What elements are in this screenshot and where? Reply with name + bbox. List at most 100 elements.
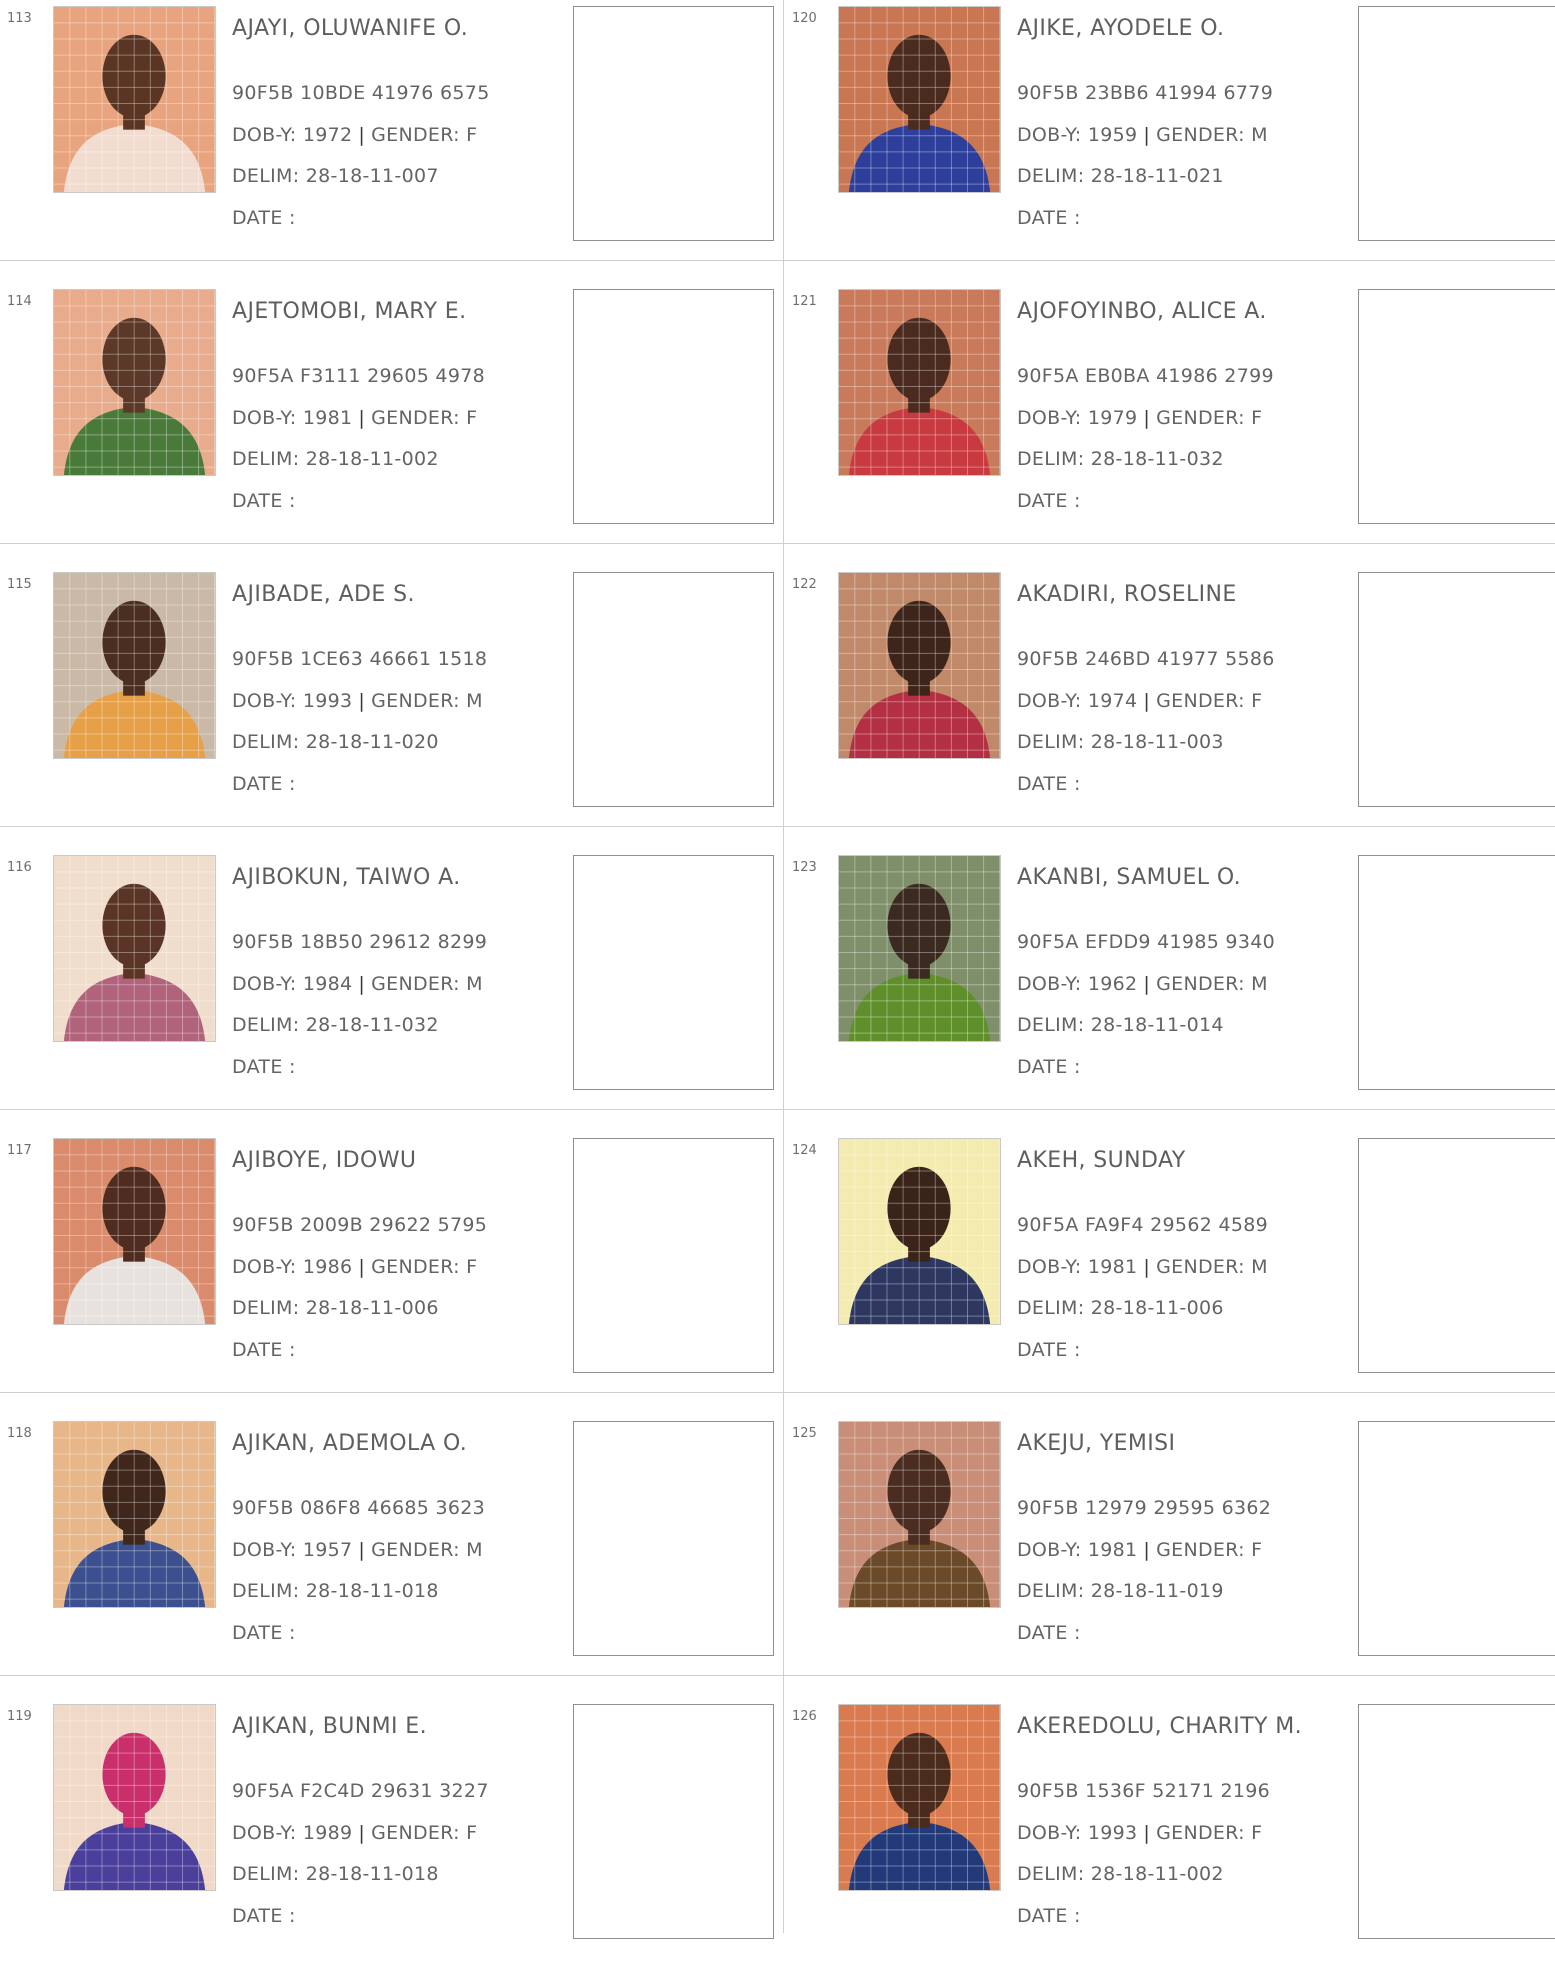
voter-name: AKADIRI, ROSELINE <box>1017 582 1237 607</box>
voter-id-number: 90F5B 12979 29595 6362 <box>1017 1497 1272 1519</box>
voter-name: AJIKE, AYODELE O. <box>1017 16 1225 41</box>
delim-line: DELIM: 28-18-11-032 <box>232 1014 439 1036</box>
separator: | <box>1143 124 1151 146</box>
date-label: DATE : <box>232 773 296 795</box>
dob-label: DOB-Y: <box>232 1539 297 1561</box>
date-label: DATE : <box>1017 490 1081 512</box>
dob-label: DOB-Y: <box>1017 407 1082 429</box>
voter-photo <box>838 6 1001 193</box>
dob-label: DOB-Y: <box>1017 973 1082 995</box>
gender-label: GENDER: <box>1156 1256 1245 1278</box>
delim-label: DELIM: <box>232 1297 300 1319</box>
dob-year: 1981 <box>302 407 353 429</box>
dob-label: DOB-Y: <box>1017 1822 1082 1844</box>
entry-number: 117 <box>7 1143 32 1158</box>
dob-gender-line: DOB-Y: 1959 | GENDER: M <box>1017 124 1268 146</box>
dob-gender-line: DOB-Y: 1981 | GENDER: F <box>232 407 477 429</box>
separator: | <box>1143 973 1151 995</box>
thumbprint-box <box>573 572 774 807</box>
dob-year: 1986 <box>302 1256 353 1278</box>
voter-entry: 117 AJIBOYE, IDOWU 90F5B 2009B 29622 5795 D… <box>0 1132 783 1415</box>
delim-line: DELIM: 28-18-11-002 <box>1017 1863 1224 1885</box>
dob-label: DOB-Y: <box>1017 1539 1082 1561</box>
gender-label: GENDER: <box>1156 690 1245 712</box>
gender-value: F <box>466 1822 478 1844</box>
delim-value: 28-18-11-020 <box>305 731 439 753</box>
gender-value: M <box>1251 124 1268 146</box>
voter-name: AJIBADE, ADE S. <box>232 582 415 607</box>
voter-photo <box>53 1421 216 1608</box>
delim-label: DELIM: <box>232 448 300 470</box>
voter-id-number: 90F5B 086F8 46685 3623 <box>232 1497 486 1519</box>
voter-entry: 118 AJIKAN, ADEMOLA O. 90F5B 086F8 46685 3… <box>0 1415 783 1698</box>
voter-entry: 126 AKEREDOLU, CHARITY M. 90F5B 1536F 5217… <box>785 1698 1555 1981</box>
voter-photo <box>53 1704 216 1891</box>
delim-line: DELIM: 28-18-11-019 <box>1017 1580 1224 1602</box>
thumbprint-box <box>573 1138 774 1373</box>
voter-id-number: 90F5B 2009B 29622 5795 <box>232 1214 488 1236</box>
voter-photo <box>838 572 1001 759</box>
gender-label: GENDER: <box>1156 407 1245 429</box>
delim-line: DELIM: 28-18-11-018 <box>232 1580 439 1602</box>
delim-label: DELIM: <box>232 165 300 187</box>
delim-value: 28-18-11-002 <box>305 448 439 470</box>
delim-value: 28-18-11-006 <box>1090 1297 1224 1319</box>
thumbprint-box <box>573 1421 774 1656</box>
gender-value: F <box>1251 407 1263 429</box>
voter-id-number: 90F5B 246BD 41977 5586 <box>1017 648 1275 670</box>
voter-name: AKEH, SUNDAY <box>1017 1148 1186 1173</box>
entry-number: 118 <box>7 1426 32 1441</box>
delim-value: 28-18-11-006 <box>305 1297 439 1319</box>
gender-value: M <box>466 1539 483 1561</box>
date-label: DATE : <box>232 490 296 512</box>
dob-gender-line: DOB-Y: 1981 | GENDER: M <box>1017 1256 1268 1278</box>
gender-label: GENDER: <box>1156 973 1245 995</box>
dob-label: DOB-Y: <box>232 690 297 712</box>
delim-label: DELIM: <box>232 731 300 753</box>
dob-year: 1989 <box>302 1822 353 1844</box>
thumbprint-box <box>573 289 774 524</box>
separator: | <box>358 124 366 146</box>
thumbprint-box <box>573 855 774 1090</box>
voter-name: AKEREDOLU, CHARITY M. <box>1017 1714 1303 1739</box>
gender-label: GENDER: <box>371 407 460 429</box>
gender-value: F <box>1251 690 1263 712</box>
delim-value: 28-18-11-007 <box>305 165 439 187</box>
voter-photo <box>53 289 216 476</box>
voter-entry: 113 AJAYI, OLUWANIFE O. 90F5B 10BDE 41976 … <box>0 0 783 283</box>
dob-label: DOB-Y: <box>1017 124 1082 146</box>
voter-photo <box>838 289 1001 476</box>
delim-value: 28-18-11-002 <box>1090 1863 1224 1885</box>
voter-entry: 124 AKEH, SUNDAY 90F5A FA9F4 29562 4589 DOB… <box>785 1132 1555 1415</box>
voter-name: AJOFOYINBO, ALICE A. <box>1017 299 1267 324</box>
delim-line: DELIM: 28-18-11-014 <box>1017 1014 1224 1036</box>
dob-label: DOB-Y: <box>232 1822 297 1844</box>
dob-gender-line: DOB-Y: 1957 | GENDER: M <box>232 1539 483 1561</box>
dob-gender-line: DOB-Y: 1984 | GENDER: M <box>232 973 483 995</box>
separator: | <box>1143 1539 1151 1561</box>
voter-entry: 116 AJIBOKUN, TAIWO A. 90F5B 18B50 29612 8… <box>0 849 783 1132</box>
gender-value: M <box>1251 973 1268 995</box>
thumbprint-box <box>1358 6 1555 241</box>
dob-year: 1984 <box>302 973 353 995</box>
separator: | <box>1143 1822 1151 1844</box>
voter-id-number: 90F5B 1CE63 46661 1518 <box>232 648 488 670</box>
voter-entry: 115 AJIBADE, ADE S. 90F5B 1CE63 46661 1518… <box>0 566 783 849</box>
entry-number: 113 <box>7 11 32 26</box>
delim-label: DELIM: <box>1017 165 1085 187</box>
dob-gender-line: DOB-Y: 1993 | GENDER: F <box>1017 1822 1262 1844</box>
gender-label: GENDER: <box>371 124 460 146</box>
thumbprint-box <box>1358 1704 1555 1939</box>
entry-number: 121 <box>792 294 817 309</box>
separator: | <box>358 1539 366 1561</box>
delim-label: DELIM: <box>1017 1297 1085 1319</box>
voter-register-page: 113 AJAYI, OLUWANIFE O. 90F5B 10BDE 41976 … <box>0 0 1555 1939</box>
entry-number: 119 <box>7 1709 32 1724</box>
gender-value: F <box>1251 1539 1263 1561</box>
separator: | <box>358 973 366 995</box>
separator: | <box>1143 407 1151 429</box>
gender-label: GENDER: <box>371 1256 460 1278</box>
voter-photo <box>53 855 216 1042</box>
delim-value: 28-18-11-032 <box>1090 448 1224 470</box>
gender-label: GENDER: <box>371 690 460 712</box>
